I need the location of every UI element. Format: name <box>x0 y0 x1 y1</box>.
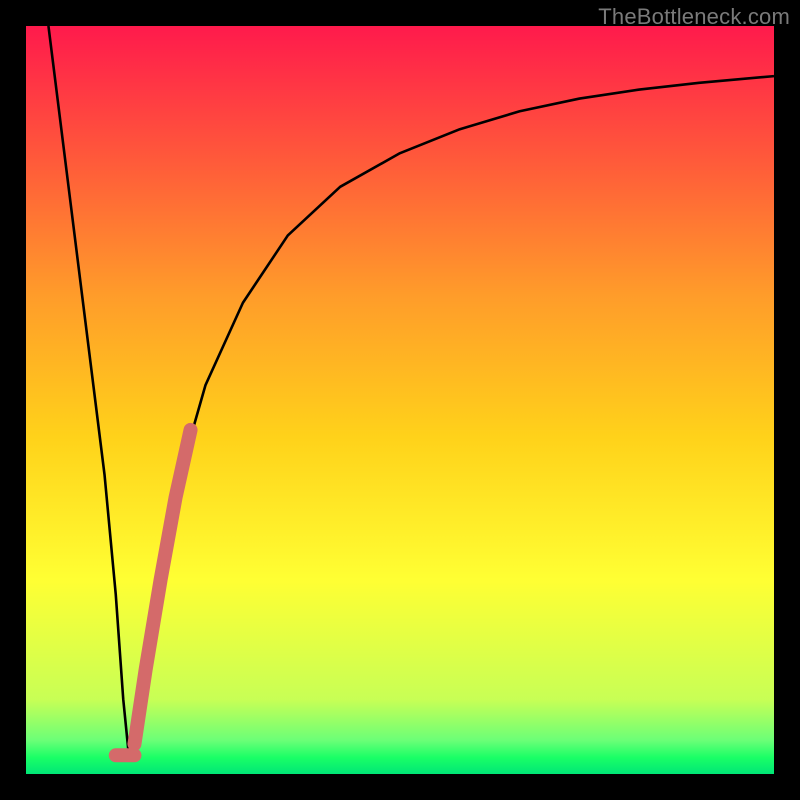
chart-svg <box>26 26 774 774</box>
watermark-label: TheBottleneck.com <box>598 4 790 30</box>
plot-area <box>26 26 774 774</box>
gradient-background <box>26 26 774 774</box>
chart-frame: TheBottleneck.com <box>0 0 800 800</box>
